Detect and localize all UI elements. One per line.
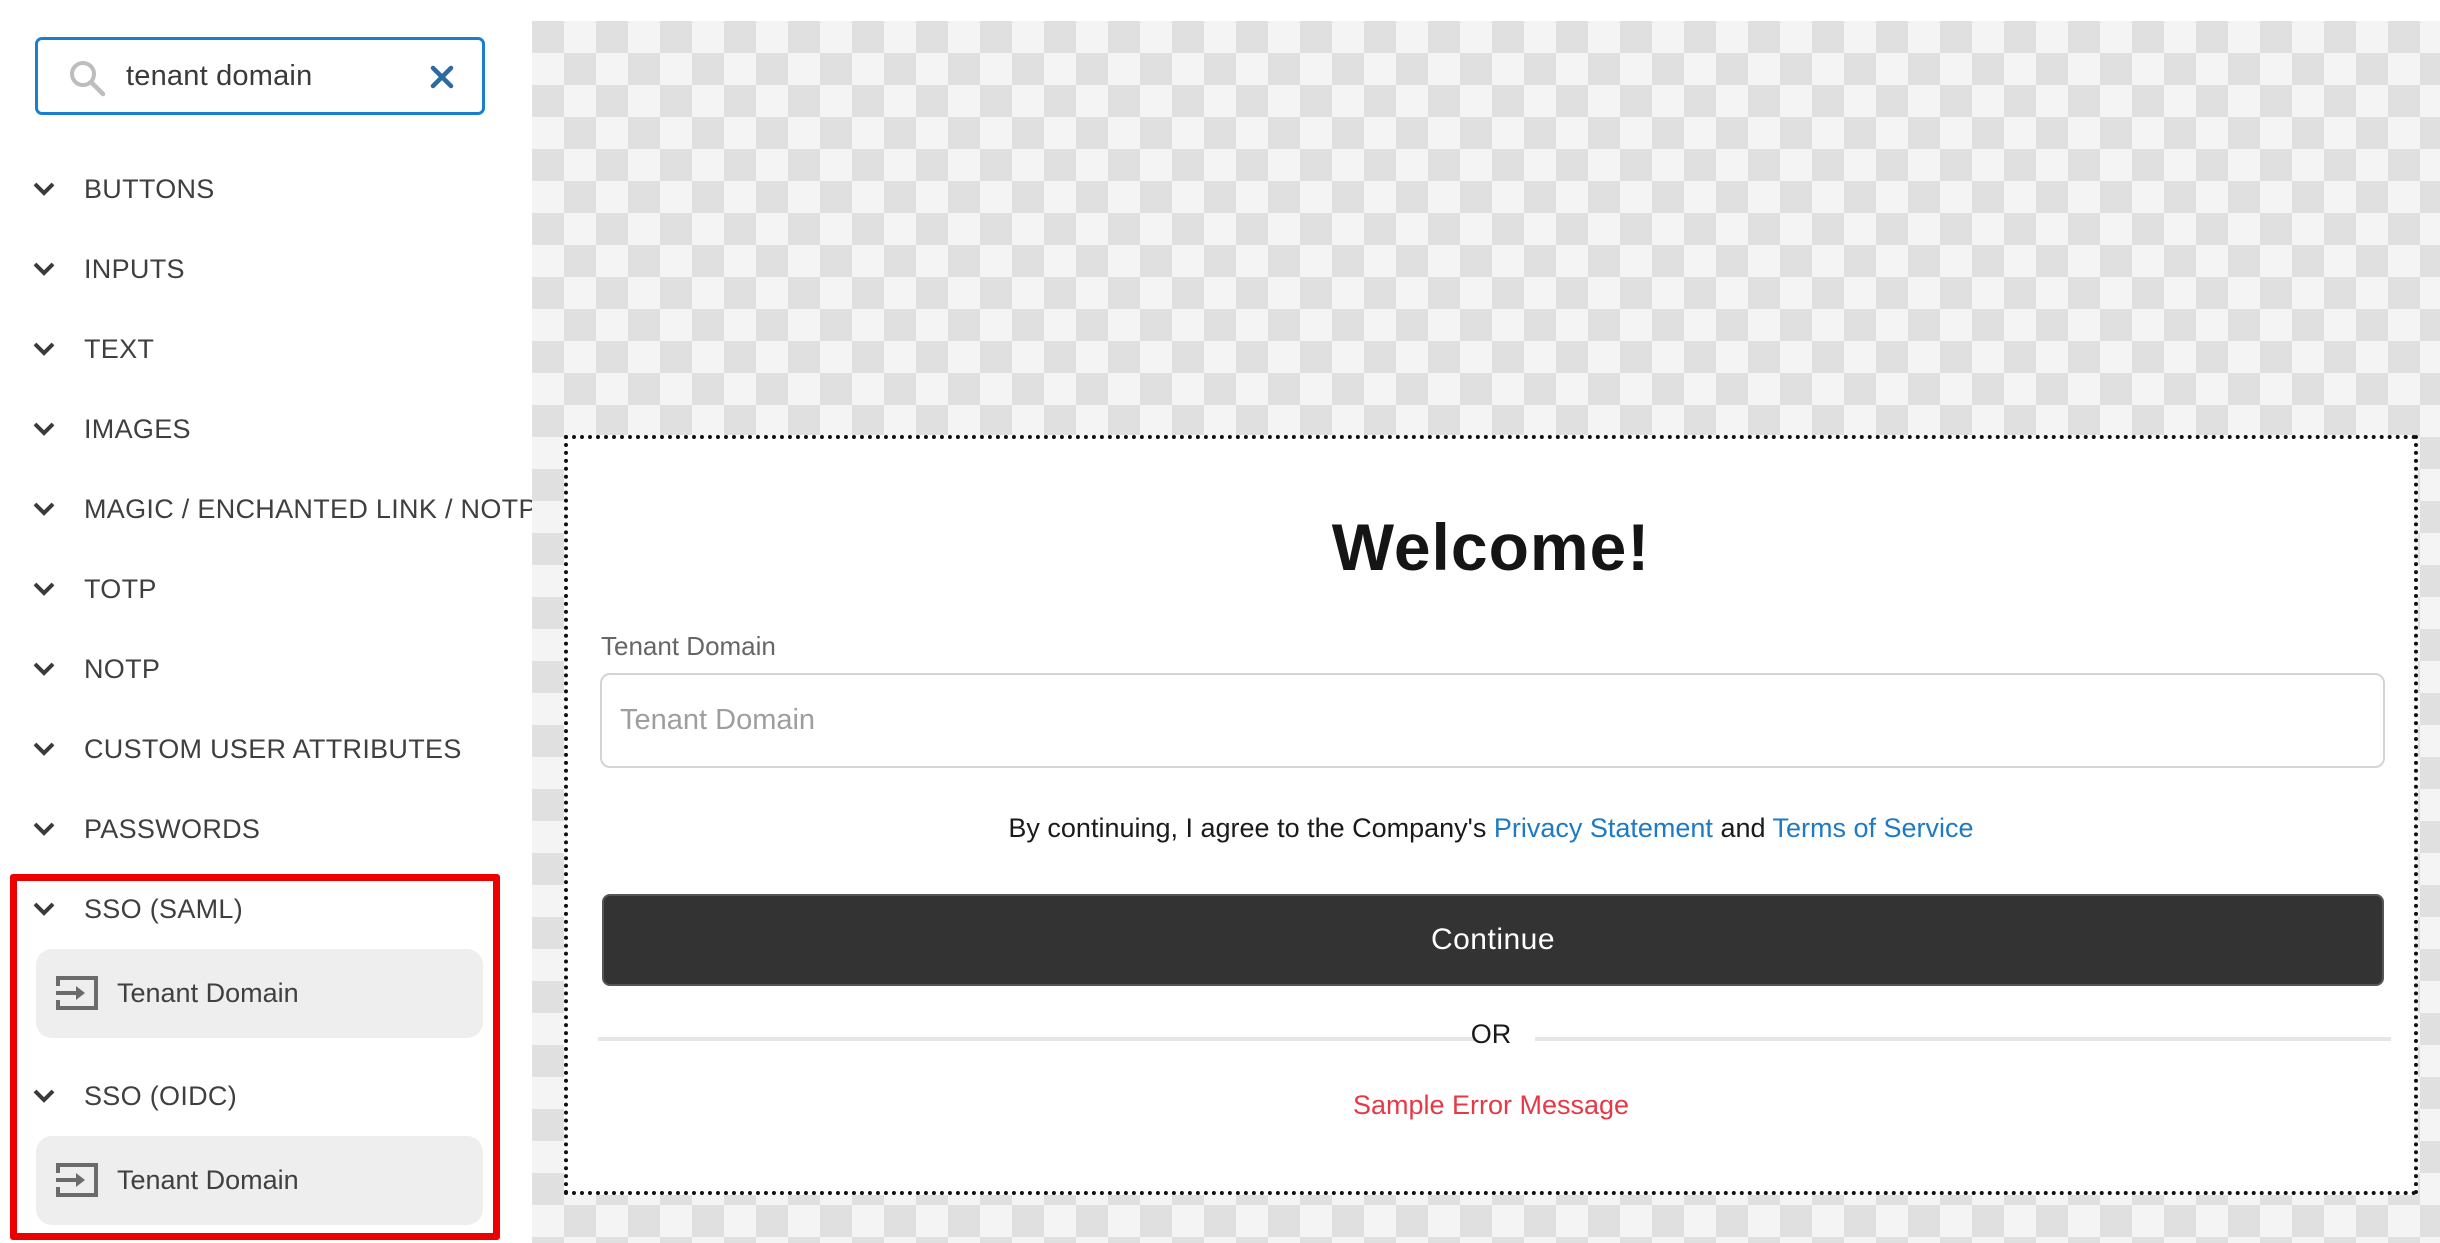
chevron-down-icon [33, 262, 55, 276]
section-images[interactable]: IMAGES [0, 399, 500, 459]
section-label: SSO (SAML) [84, 893, 244, 924]
section-label: TOTP [84, 573, 157, 604]
section-label: TEXT [84, 333, 155, 364]
chevron-down-icon [33, 822, 55, 836]
login-card: Welcome! Tenant Domain By continuing, I … [564, 435, 2418, 1195]
sidebar: tenant domain BUTTONS INPUTS TEXT IMAGES… [0, 0, 536, 1243]
consent-text: By continuing, I agree to the Company's … [568, 813, 2414, 844]
tenant-domain-label: Tenant Domain [601, 631, 776, 661]
section-notp[interactable]: NOTP [0, 639, 500, 699]
section-buttons[interactable]: BUTTONS [0, 159, 500, 219]
component-tenant-domain-oidc[interactable]: Tenant Domain [36, 1136, 483, 1225]
chevron-down-icon [33, 502, 55, 516]
search-icon [70, 61, 106, 97]
terms-of-service-link[interactable]: Terms of Service [1773, 813, 1974, 843]
privacy-statement-link[interactable]: Privacy Statement [1494, 813, 1713, 843]
divider-line [1535, 1037, 2391, 1041]
chevron-down-icon [33, 902, 55, 916]
section-custom-user-attributes[interactable]: CUSTOM USER ATTRIBUTES [0, 719, 500, 779]
chevron-down-icon [33, 582, 55, 596]
section-magic-link[interactable]: MAGIC / ENCHANTED LINK / NOTP [0, 479, 536, 539]
section-sso-oidc[interactable]: SSO (OIDC) [0, 1066, 500, 1126]
continue-button[interactable]: Continue [602, 894, 2384, 986]
section-inputs[interactable]: INPUTS [0, 239, 500, 299]
section-label: PASSWORDS [84, 813, 261, 844]
divider-or: OR [1470, 1019, 1512, 1049]
section-label: CUSTOM USER ATTRIBUTES [84, 733, 462, 764]
page-title: Welcome! [1331, 510, 1651, 584]
section-totp[interactable]: TOTP [0, 559, 500, 619]
section-label: IMAGES [84, 413, 191, 444]
input-login-icon [56, 976, 98, 1010]
chevron-down-icon [33, 1089, 55, 1103]
input-login-icon [56, 1163, 98, 1197]
section-label: NOTP [84, 653, 161, 684]
chevron-down-icon [33, 342, 55, 356]
tenant-domain-input[interactable] [600, 673, 2385, 768]
chevron-down-icon [33, 742, 55, 756]
search-field[interactable]: tenant domain [35, 37, 485, 115]
chevron-down-icon [33, 182, 55, 196]
component-label: Tenant Domain [117, 1165, 299, 1195]
search-input[interactable]: tenant domain [126, 40, 312, 112]
section-text[interactable]: TEXT [0, 319, 500, 379]
consent-joiner: and [1712, 813, 1773, 843]
section-label: SSO (OIDC) [84, 1080, 238, 1111]
section-label: MAGIC / ENCHANTED LINK / NOTP [84, 493, 537, 524]
error-message: Sample Error Message [1352, 1090, 1630, 1120]
section-passwords[interactable]: PASSWORDS [0, 799, 500, 859]
chevron-down-icon [33, 662, 55, 676]
consent-prefix: By continuing, I agree to the Company's [1008, 813, 1494, 843]
close-icon[interactable] [430, 65, 454, 89]
component-label: Tenant Domain [117, 978, 299, 1008]
section-label: INPUTS [84, 253, 185, 284]
section-label: BUTTONS [84, 173, 215, 204]
section-sso-saml[interactable]: SSO (SAML) [0, 879, 500, 939]
component-tenant-domain-saml[interactable]: Tenant Domain [36, 949, 483, 1038]
chevron-down-icon [33, 422, 55, 436]
